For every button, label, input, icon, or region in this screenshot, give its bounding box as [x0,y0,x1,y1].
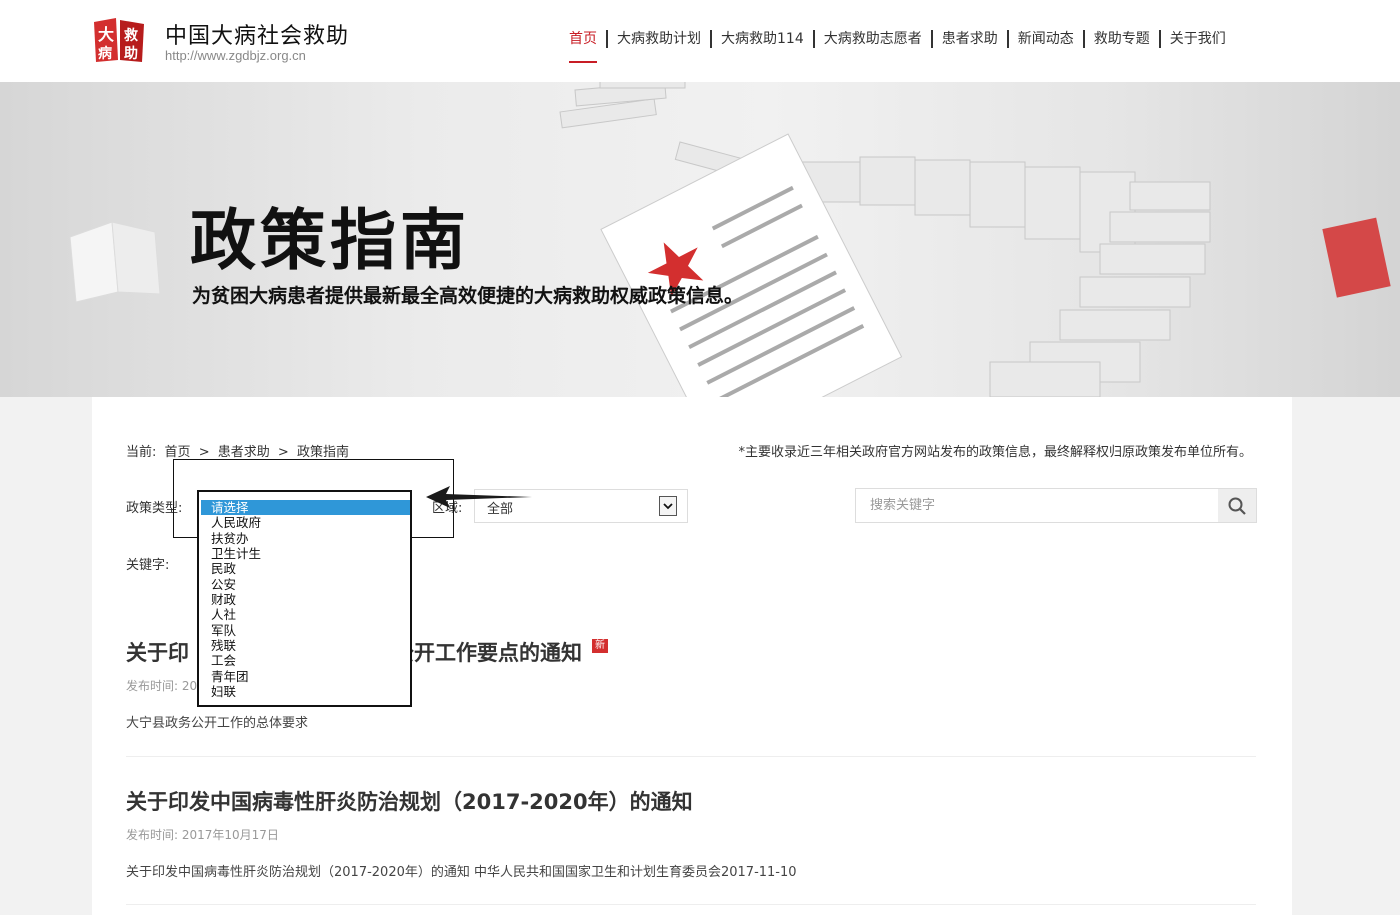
search-icon [1228,497,1246,515]
svg-text:助: 助 [124,45,138,62]
breadcrumb-separator: > [277,445,289,460]
nav-aid-114[interactable]: 大病救助114 [710,30,813,48]
dropdown-option-poverty-office[interactable]: 扶贫办 [201,531,410,546]
banner-subtitle: 为贫困大病患者提供最新最全高效便捷的大病救助权威政策信息。 [192,285,744,307]
search-button[interactable] [1218,489,1256,522]
policy-banner: 政策指南 为贫困大病患者提供最新最全高效便捷的大病救助权威政策信息。 [0,82,1400,397]
nav-topics[interactable]: 救助专题 [1082,30,1159,48]
article-date: 发布时间: 2017年10月17日 [126,828,279,842]
dropdown-option-finance[interactable]: 财政 [201,592,410,607]
nav-home[interactable]: 首页 [560,30,606,63]
nav-volunteers[interactable]: 大病救助志愿者 [812,30,931,48]
search-input[interactable] [856,489,1218,522]
dropdown-option-disabled-federation[interactable]: 残联 [201,638,410,653]
dropdown-option-select[interactable]: 请选择 [201,500,410,515]
dropdown-option-hr[interactable]: 人社 [201,607,410,622]
nav-about[interactable]: 关于我们 [1158,30,1235,48]
site-header: 大 救 病 助 中国大病社会救助 http://www.zgdbjz.org.c… [0,0,1400,83]
keyword-label: 关键字: [126,558,170,573]
dropdown-option-military[interactable]: 军队 [201,623,410,638]
divider [126,904,1256,905]
site-name: 中国大病社会救助 [165,24,350,49]
site-logo[interactable]: 大 救 病 助 [90,16,148,64]
nav-aid-plan[interactable]: 大病救助计划 [606,30,710,48]
dropdown-option-civil-affairs[interactable]: 民政 [201,561,410,576]
svg-text:大: 大 [98,25,114,44]
svg-text:救: 救 [124,27,139,44]
dropdown-option-youth-league[interactable]: 青年团 [201,669,410,684]
site-url: http://www.zgdbjz.org.cn [165,48,306,63]
breadcrumb: 当前: 首页 > 患者求助 > 政策指南 [126,441,353,460]
breadcrumb-home[interactable]: 首页 [165,445,191,460]
breadcrumb-patient-help[interactable]: 患者求助 [218,445,270,460]
nav-patient-help[interactable]: 患者求助 [930,30,1007,48]
svg-text:病: 病 [98,45,112,62]
dropdown-option-health[interactable]: 卫生计生 [201,546,410,561]
nav-news[interactable]: 新闻动态 [1006,30,1083,48]
article-item[interactable]: 关于印发中国病毒性肝炎防治规划（2017-2020年）的通知 发布时间: 201… [126,786,1256,880]
article-title[interactable]: 关于印发中国病毒性肝炎防治规划（2017-2020年）的通知 [126,786,1256,816]
breadcrumb-policy-guide[interactable]: 政策指南 [297,445,349,460]
policy-type-dropdown[interactable]: 请选择 人民政府 扶贫办 卫生计生 民政 公安 财政 人社 军队 残联 工会 青… [197,490,412,707]
new-badge: 新 [592,639,608,653]
article-title-right[interactable]: 公开工作要点的通知 [393,641,582,665]
article-summary: 大宁县政务公开工作的总体要求 [126,716,309,731]
arrow-left-icon [426,486,532,508]
disclaimer-text: *主要收录近三年相关政府官方网站发布的政策信息，最终解释权归原政策发布单位所有。 [738,445,1252,460]
chevron-down-icon[interactable] [659,496,677,516]
breadcrumb-prefix: 当前: [126,445,157,460]
dropdown-option-trade-union[interactable]: 工会 [201,653,410,668]
breadcrumb-separator: > [198,445,210,460]
keyword-search [855,488,1257,523]
dropdown-option-government[interactable]: 人民政府 [201,515,410,530]
divider [126,756,1256,757]
dropdown-option-womens-federation[interactable]: 妇联 [201,684,410,699]
main-nav: 首页 大病救助计划 大病救助114 大病救助志愿者 患者求助 新闻动态 救助专题… [560,29,1235,63]
dropdown-option-public-security[interactable]: 公安 [201,577,410,592]
article-summary: 关于印发中国病毒性肝炎防治规划（2017-2020年）的通知 中华人民共和国国家… [126,865,797,880]
article-title-left[interactable]: 关于印 [126,641,189,665]
banner-title: 政策指南 [190,202,470,279]
